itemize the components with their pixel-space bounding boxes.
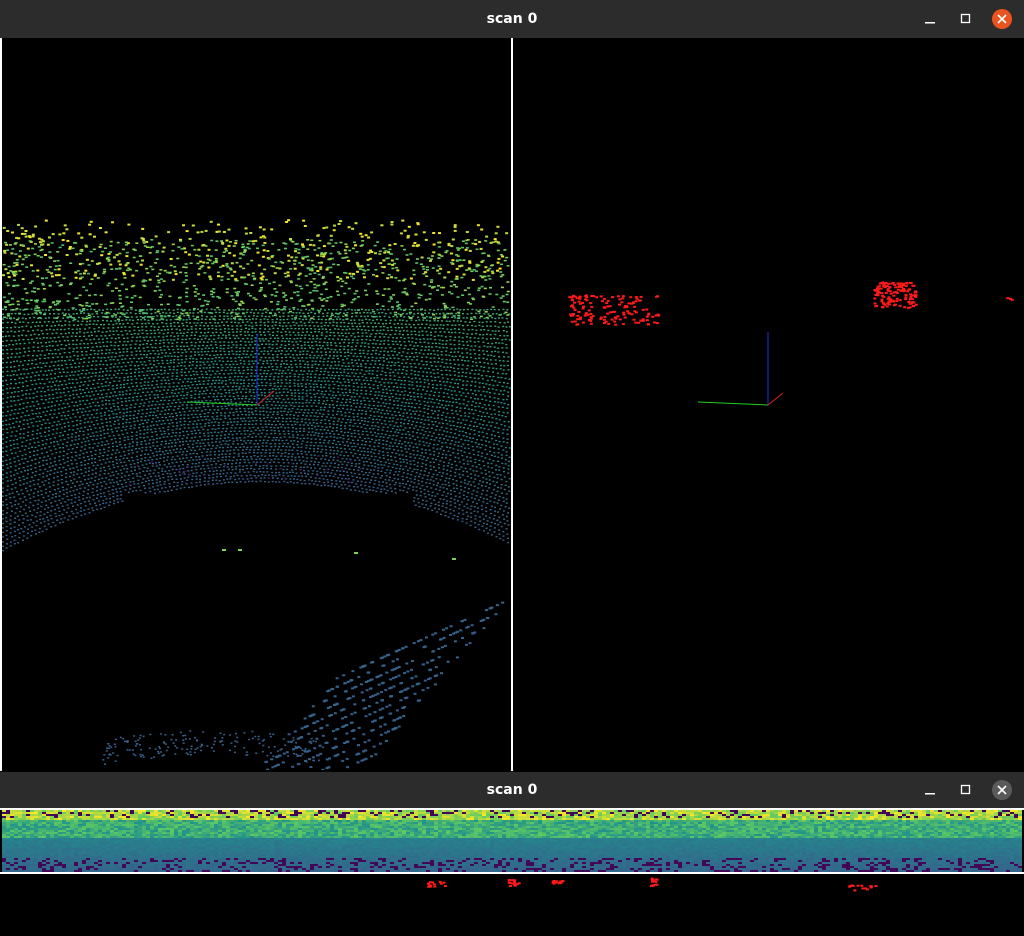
maximize-icon — [960, 784, 971, 795]
maximize-button[interactable] — [948, 0, 984, 38]
view-border-left — [0, 38, 2, 771]
minimize-button-2[interactable] — [912, 772, 948, 808]
close-button[interactable] — [984, 0, 1020, 38]
label-image — [427, 877, 878, 892]
range-image — [2, 810, 1022, 872]
label-image-view[interactable] — [2, 874, 1022, 936]
window-titlebar-2[interactable]: scan 0 — [0, 772, 1024, 808]
range-image-view[interactable] — [2, 810, 1022, 872]
window-titlebar[interactable]: scan 0 — [0, 0, 1024, 38]
point-cloud-view-right[interactable] — [513, 39, 1024, 770]
point-cloud-view-left[interactable] — [2, 39, 511, 770]
maximize-button-2[interactable] — [948, 772, 984, 808]
point-cloud-range-colored — [2, 219, 511, 770]
close-icon — [992, 9, 1012, 29]
close-button-2[interactable] — [984, 772, 1020, 808]
point-cloud-label-colored — [568, 281, 1014, 406]
minimize-icon — [925, 22, 935, 24]
minimize-icon — [925, 793, 935, 795]
close-icon — [992, 780, 1012, 800]
window-title-2: scan 0 — [486, 782, 538, 798]
maximize-icon — [960, 13, 971, 24]
window-title: scan 0 — [486, 11, 538, 27]
minimize-button[interactable] — [912, 0, 948, 38]
